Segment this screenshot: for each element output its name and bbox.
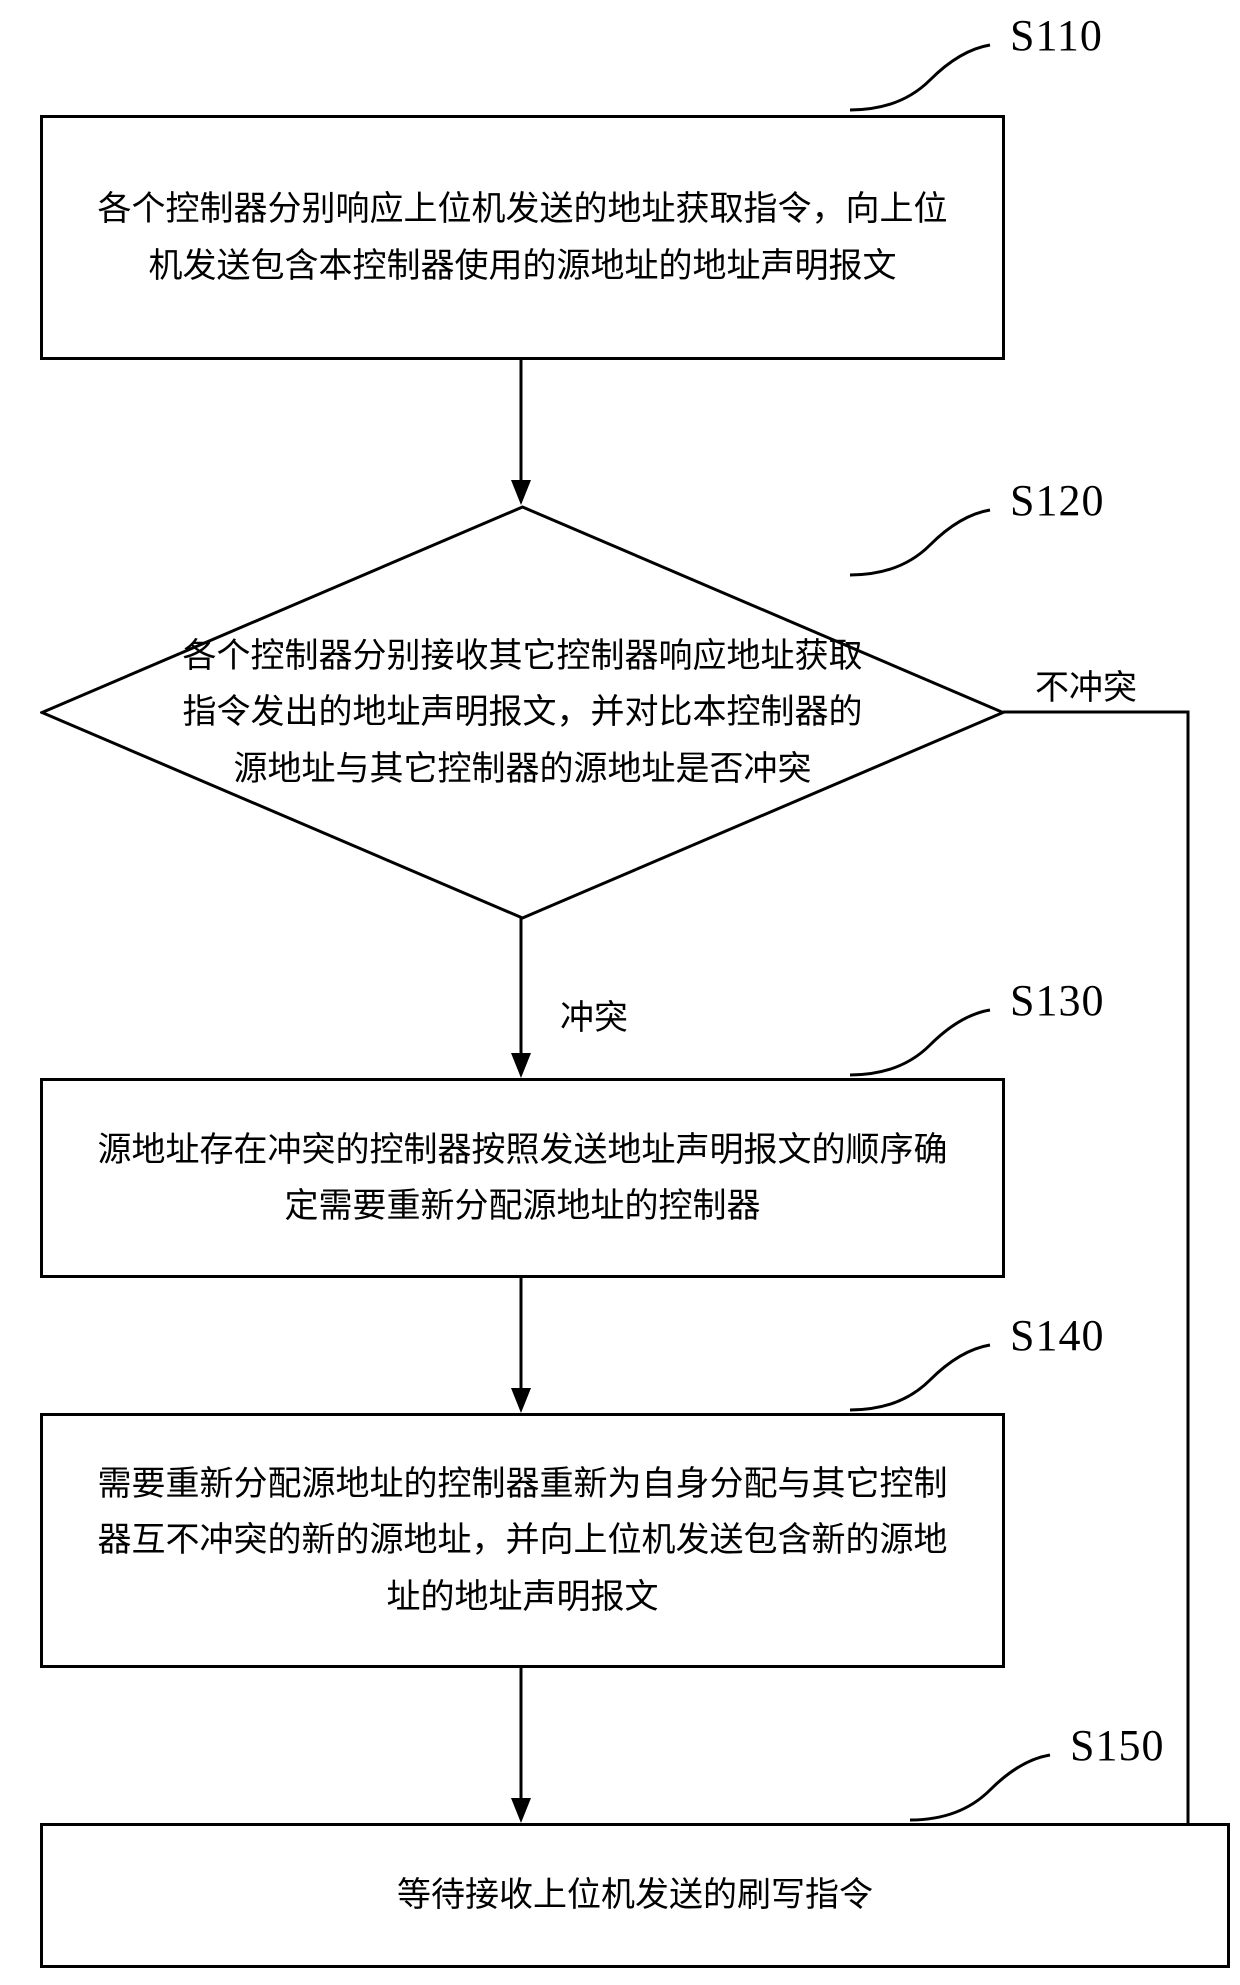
node-s130: 源地址存在冲突的控制器按照发送地址声明报文的顺序确定需要重新分配源地址的控制器	[40, 1078, 1005, 1278]
node-s110-text: 各个控制器分别响应上位机发送的地址获取指令，向上位机发送包含本控制器使用的源地址…	[83, 181, 962, 293]
label-s120: S120	[1010, 475, 1104, 526]
edge-s120-s130	[506, 918, 536, 1078]
edge-s110-s120	[506, 360, 536, 505]
node-s150: 等待接收上位机发送的刷写指令	[40, 1823, 1230, 1968]
label-s130: S130	[1010, 975, 1104, 1026]
node-s150-text: 等待接收上位机发送的刷写指令	[397, 1867, 873, 1923]
node-s140: 需要重新分配源地址的控制器重新为自身分配与其它控制器互不冲突的新的源地址，并向上…	[40, 1413, 1005, 1668]
label-s110: S110	[1010, 10, 1103, 61]
flowchart-canvas: 各个控制器分别响应上位机发送的地址获取指令，向上位机发送包含本控制器使用的源地址…	[0, 0, 1240, 1985]
node-s130-text: 源地址存在冲突的控制器按照发送地址声明报文的顺序确定需要重新分配源地址的控制器	[83, 1122, 962, 1234]
edge-s120-s150	[1003, 709, 1208, 1854]
edge-s130-s140	[506, 1278, 536, 1413]
label-s150: S150	[1070, 1720, 1164, 1771]
node-s140-text: 需要重新分配源地址的控制器重新为自身分配与其它控制器互不冲突的新的源地址，并向上…	[83, 1456, 962, 1624]
edge-label-noconflict: 不冲突	[1035, 660, 1137, 709]
edge-label-conflict: 冲突	[560, 990, 628, 1039]
callout-s150	[900, 1720, 1060, 1830]
callout-s130	[840, 975, 1000, 1085]
callout-s140	[840, 1310, 1000, 1420]
callout-s110	[840, 10, 1000, 120]
node-s110: 各个控制器分别响应上位机发送的地址获取指令，向上位机发送包含本控制器使用的源地址…	[40, 115, 1005, 360]
callout-s120	[840, 475, 1000, 585]
node-s120-text: 各个控制器分别接收其它控制器响应地址获取指令发出的地址声明报文，并对比本控制器的…	[180, 628, 865, 796]
edge-s140-s150	[506, 1668, 536, 1823]
label-s140: S140	[1010, 1310, 1104, 1361]
